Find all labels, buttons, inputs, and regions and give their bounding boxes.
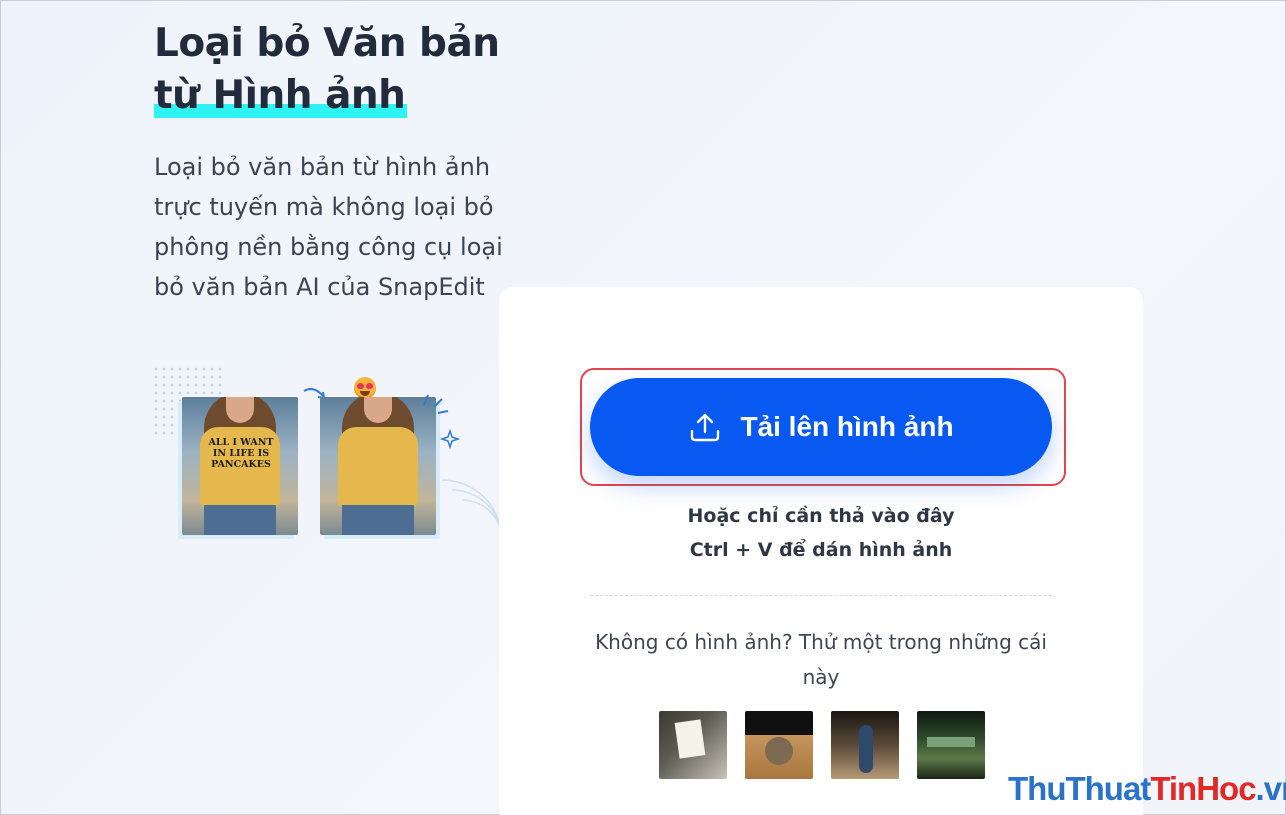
shirt-text: ALL I WANT IN LIFE IS PANCAKES <box>208 437 274 470</box>
sample-image-cat-meme[interactable] <box>745 711 813 779</box>
upload-icon <box>691 413 720 442</box>
heart-eyes-emoji-icon <box>354 377 376 399</box>
paste-hint: Ctrl + V để dán hình ảnh <box>689 539 953 561</box>
before-after-illustration: ALL I WANT IN LIFE IS PANCAKES <box>152 365 502 540</box>
sample-image-book[interactable] <box>659 711 727 779</box>
page-title: Loại bỏ Văn bản từ Hình ảnh <box>154 18 514 122</box>
upload-image-button[interactable]: Tải lên hình ảnh <box>590 378 1052 476</box>
upload-card: Tải lên hình ảnh Hoặc chỉ cần thả vào đâ… <box>499 287 1143 815</box>
sample-image-person-sign[interactable] <box>831 711 899 779</box>
upload-button-label: Tải lên hình ảnh <box>740 411 954 442</box>
ripple-rings-icon <box>441 479 502 540</box>
drop-hint: Hoặc chỉ cần thả vào đây <box>687 505 955 527</box>
sample-prompt: Không có hình ảnh? Thử một trong những c… <box>595 630 1047 689</box>
after-photo <box>320 397 436 535</box>
sample-image-street-sign[interactable] <box>917 711 985 779</box>
dashed-divider <box>590 595 1052 596</box>
sparkle-icon <box>423 394 461 450</box>
sample-images <box>659 711 985 779</box>
before-photo: ALL I WANT IN LIFE IS PANCAKES <box>182 397 298 535</box>
site-watermark: ThuThuatTinHoc.vn <box>1008 770 1286 807</box>
page-description: Loại bỏ văn bản từ hình ảnh trực tuyến m… <box>154 153 503 301</box>
title-line-2-highlighted: từ Hình ảnh <box>154 73 408 118</box>
title-line-1: Loại bỏ Văn bản <box>154 21 500 66</box>
